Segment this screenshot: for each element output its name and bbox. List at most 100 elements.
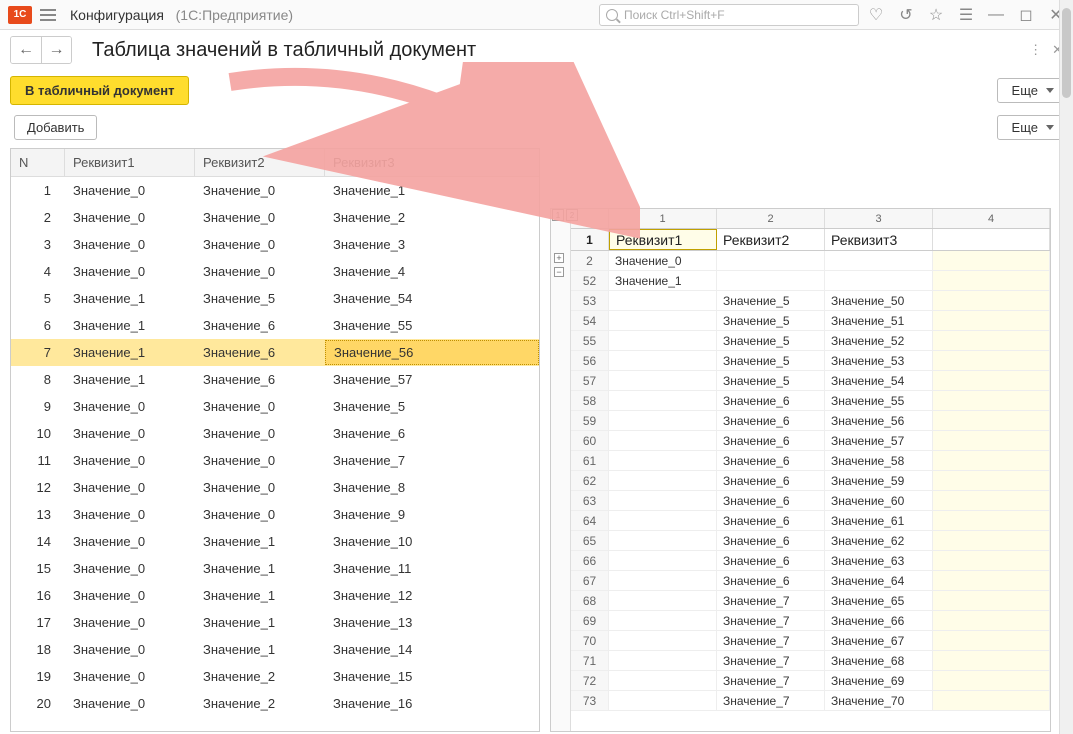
ss-cell[interactable] (933, 531, 1050, 550)
row-num[interactable]: 61 (571, 451, 609, 470)
ss-cell[interactable] (609, 351, 717, 370)
ss-cell[interactable]: Значение_5 (717, 291, 825, 310)
ss-cell[interactable]: Значение_0 (609, 251, 717, 270)
spreadsheet-row[interactable]: 67 Значение_6 Значение_64 (571, 571, 1050, 591)
ss-cell[interactable] (933, 551, 1050, 570)
ss-cell[interactable]: Значение_6 (717, 531, 825, 550)
ss-cell[interactable] (933, 351, 1050, 370)
table-row[interactable]: 17 Значение_0 Значение_1 Значение_13 (11, 609, 539, 636)
th-c1[interactable]: Реквизит1 (65, 149, 195, 176)
ss-cell[interactable]: Значение_64 (825, 571, 933, 590)
row-num[interactable]: 73 (571, 691, 609, 710)
forward-button[interactable]: → (41, 37, 71, 63)
ss-cell[interactable] (933, 611, 1050, 630)
row-num[interactable]: 64 (571, 511, 609, 530)
ss-cell[interactable] (609, 651, 717, 670)
spreadsheet[interactable]: 1 2 + − 1 2 3 4 1 Реквизит1 (550, 208, 1051, 732)
ss-cell[interactable] (609, 431, 717, 450)
spreadsheet-row[interactable]: 55 Значение_5 Значение_52 (571, 331, 1050, 351)
table-row[interactable]: 9 Значение_0 Значение_0 Значение_5 (11, 393, 539, 420)
row-num[interactable]: 68 (571, 591, 609, 610)
spreadsheet-row[interactable]: 66 Значение_6 Значение_63 (571, 551, 1050, 571)
ss-cell[interactable]: Значение_5 (717, 371, 825, 390)
ss-cell[interactable]: Значение_6 (717, 471, 825, 490)
row-num[interactable]: 52 (571, 271, 609, 290)
ss-cell[interactable]: Значение_59 (825, 471, 933, 490)
scrollbar-thumb[interactable] (1062, 8, 1071, 98)
row-num[interactable]: 72 (571, 671, 609, 690)
spreadsheet-row[interactable]: 61 Значение_6 Значение_58 (571, 451, 1050, 471)
ss-cell[interactable] (609, 411, 717, 430)
add-button[interactable]: Добавить (14, 115, 97, 140)
ss-cell[interactable] (933, 331, 1050, 350)
row-num[interactable]: 62 (571, 471, 609, 490)
table-row[interactable]: 6 Значение_1 Значение_6 Значение_55 (11, 312, 539, 339)
ss-cell[interactable] (933, 591, 1050, 610)
ss-cell[interactable] (933, 291, 1050, 310)
ss-cell[interactable]: Значение_67 (825, 631, 933, 650)
spreadsheet-row[interactable]: 62 Значение_6 Значение_59 (571, 471, 1050, 491)
spreadsheet-row[interactable]: 70 Значение_7 Значение_67 (571, 631, 1050, 651)
ss-cell[interactable] (609, 391, 717, 410)
spreadsheet-row[interactable]: 57 Значение_5 Значение_54 (571, 371, 1050, 391)
ss-cell[interactable]: Значение_5 (717, 311, 825, 330)
ss-cell[interactable]: Значение_6 (717, 391, 825, 410)
row-num[interactable]: 60 (571, 431, 609, 450)
ss-cell[interactable] (609, 671, 717, 690)
row-num[interactable]: 56 (571, 351, 609, 370)
ss-cell[interactable] (933, 411, 1050, 430)
ss-cell[interactable]: Значение_69 (825, 671, 933, 690)
ss-cell[interactable] (933, 651, 1050, 670)
kebab-icon[interactable]: ⋮ (1029, 42, 1042, 58)
ss-cell[interactable]: Значение_6 (717, 411, 825, 430)
ss-cell[interactable]: Значение_5 (717, 331, 825, 350)
ss-cell[interactable]: Значение_62 (825, 531, 933, 550)
row-num[interactable]: 57 (571, 371, 609, 390)
ss-cell[interactable]: Значение_61 (825, 511, 933, 530)
minimize-icon[interactable]: — (987, 6, 1005, 24)
table-row[interactable]: 7 Значение_1 Значение_6 Значение_56 (11, 339, 539, 366)
spreadsheet-row[interactable]: 64 Значение_6 Значение_61 (571, 511, 1050, 531)
ss-cell[interactable] (933, 691, 1050, 710)
spreadsheet-row[interactable]: 58 Значение_6 Значение_55 (571, 391, 1050, 411)
spreadsheet-body[interactable]: 2 Значение_0 52 Значение_1 53 Значение_5… (571, 251, 1050, 731)
ss-cell[interactable] (933, 371, 1050, 390)
table-row[interactable]: 4 Значение_0 Значение_0 Значение_4 (11, 258, 539, 285)
ss-cell[interactable] (825, 271, 933, 290)
ss-cell[interactable] (609, 571, 717, 590)
ss-cell[interactable] (609, 591, 717, 610)
row-num[interactable]: 58 (571, 391, 609, 410)
hdr-c4[interactable] (933, 229, 1050, 250)
row-num[interactable]: 53 (571, 291, 609, 310)
back-button[interactable]: ← (11, 37, 41, 63)
ss-cell[interactable]: Значение_70 (825, 691, 933, 710)
row-num[interactable]: 66 (571, 551, 609, 570)
table-row[interactable]: 20 Значение_0 Значение_2 Значение_16 (11, 690, 539, 717)
ss-cell[interactable] (609, 471, 717, 490)
th-n[interactable]: N (11, 149, 65, 176)
ss-cell[interactable]: Значение_58 (825, 451, 933, 470)
table-row[interactable]: 16 Значение_0 Значение_1 Значение_12 (11, 582, 539, 609)
table-row[interactable]: 1 Значение_0 Значение_0 Значение_1 (11, 177, 539, 204)
ss-cell[interactable]: Значение_7 (717, 691, 825, 710)
spreadsheet-row[interactable]: 63 Значение_6 Значение_60 (571, 491, 1050, 511)
ss-cell[interactable] (609, 291, 717, 310)
ss-cell[interactable]: Значение_6 (717, 551, 825, 570)
menu-icon[interactable] (40, 9, 56, 21)
th-c2[interactable]: Реквизит2 (195, 149, 325, 176)
left-table-body[interactable]: 1 Значение_0 Значение_0 Значение_12 Знач… (11, 177, 539, 731)
ss-cell[interactable] (609, 631, 717, 650)
ss-cell[interactable]: Значение_65 (825, 591, 933, 610)
spreadsheet-row[interactable]: 54 Значение_5 Значение_51 (571, 311, 1050, 331)
ss-cell[interactable] (933, 471, 1050, 490)
ss-cell[interactable] (609, 511, 717, 530)
outline-2[interactable]: 2 (566, 209, 578, 221)
ss-cell[interactable] (609, 611, 717, 630)
spreadsheet-row[interactable]: 60 Значение_6 Значение_57 (571, 431, 1050, 451)
spreadsheet-row[interactable]: 65 Значение_6 Значение_62 (571, 531, 1050, 551)
ss-cell[interactable] (933, 571, 1050, 590)
col-2[interactable]: 2 (717, 209, 825, 228)
ss-cell[interactable]: Значение_57 (825, 431, 933, 450)
ss-cell[interactable]: Значение_53 (825, 351, 933, 370)
table-row[interactable]: 11 Значение_0 Значение_0 Значение_7 (11, 447, 539, 474)
